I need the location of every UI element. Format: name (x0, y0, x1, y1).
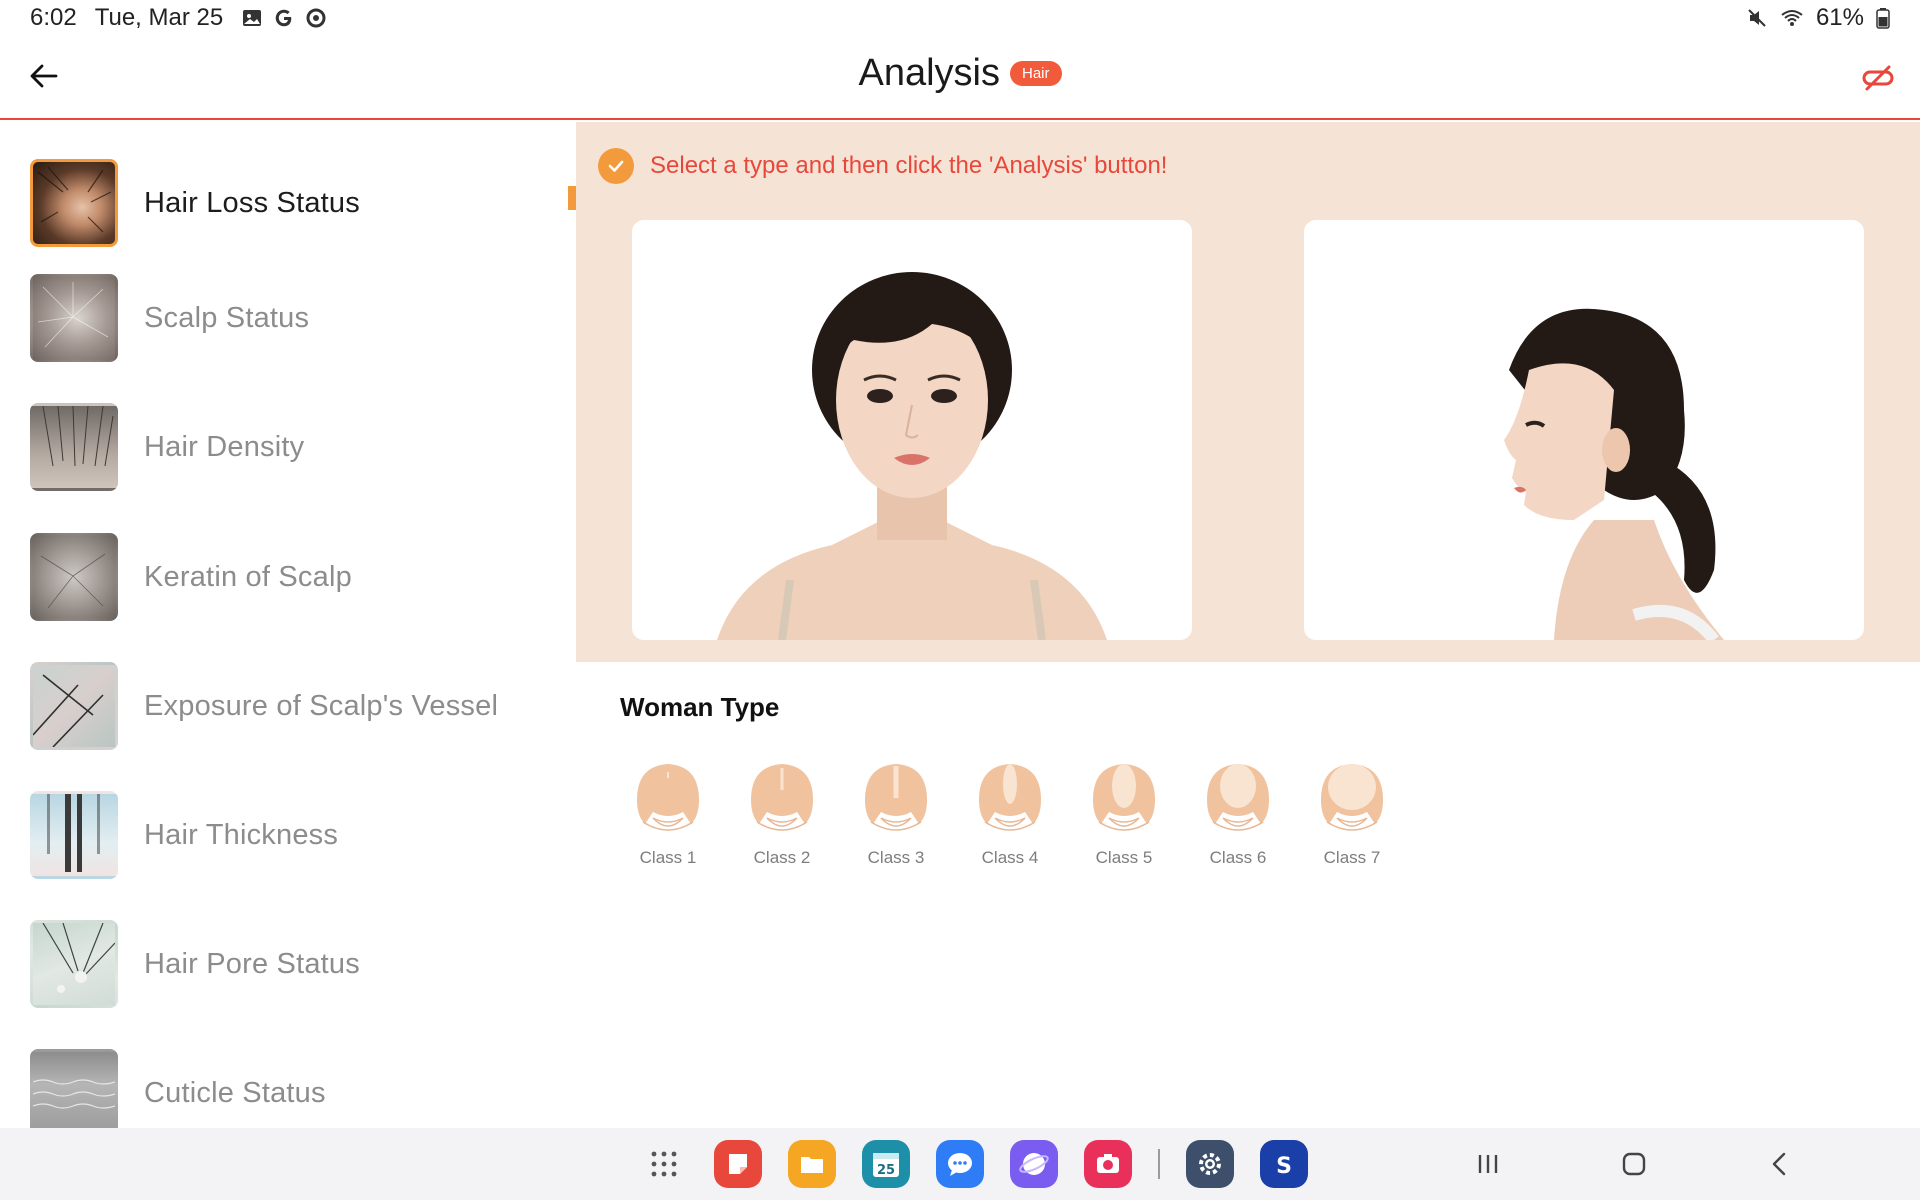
sidebar-item-label: Cuticle Status (144, 1076, 326, 1109)
sidebar-item-hair-density[interactable]: Hair Density (30, 402, 550, 492)
class-label: Class 5 (1095, 848, 1153, 867)
calendar-app-icon[interactable]: 25 (862, 1140, 910, 1188)
hint-text: Select a type and then click the 'Analys… (650, 152, 1168, 179)
disconnect-button[interactable] (1858, 58, 1898, 98)
camera-app-icon[interactable] (1084, 1140, 1132, 1188)
side-view-photo (1304, 220, 1864, 640)
system-nav-bar: 25 S (0, 1128, 1920, 1200)
hair-loss-class-3-icon (865, 764, 927, 831)
sidebar-item-scalp-vessel[interactable]: Exposure of Scalp's Vessel (30, 661, 550, 751)
status-bar: 6:02 Tue, Mar 25 61% (0, 0, 1920, 36)
mute-icon (1746, 7, 1768, 29)
class-label: Class 3 (867, 848, 925, 867)
files-app-icon[interactable] (788, 1140, 836, 1188)
calendar-day: 25 (877, 1163, 895, 1178)
scalp-vessel-thumbnail (30, 662, 118, 750)
sidebar-item-label: Hair Loss Status (144, 186, 360, 219)
sidebar-item-hair-pore-status[interactable]: Hair Pore Status (30, 919, 550, 1009)
home-button[interactable] (1609, 1142, 1659, 1186)
hair-density-thumbnail (30, 403, 118, 491)
mode-badge: Hair (1009, 61, 1062, 86)
class-1-option[interactable]: Class 1 (630, 760, 706, 868)
hair-thickness-thumbnail (30, 791, 118, 879)
link-off-icon (1862, 65, 1894, 91)
recent-apps-button[interactable] (1463, 1142, 1513, 1186)
class-2-option[interactable]: Class 2 (744, 760, 820, 868)
class-label: Class 4 (981, 848, 1039, 867)
svg-text:S: S (1276, 1154, 1292, 1179)
sidebar-item-label: Hair Thickness (144, 818, 339, 851)
check-circle-icon (598, 148, 634, 184)
home-icon (1622, 1152, 1646, 1176)
hair-pore-thumbnail (30, 920, 118, 1008)
sidebar-item-label: Hair Density (144, 430, 305, 463)
guide-panel: Select a type and then click the 'Analys… (576, 122, 1920, 662)
front-view-photo (632, 220, 1192, 640)
chevron-left-icon (1772, 1152, 1786, 1176)
analysis-sidebar: Hair Loss Status Scalp Status Hair Densi… (0, 122, 576, 1128)
messages-app-icon[interactable] (936, 1140, 984, 1188)
sidebar-item-cuticle-status[interactable]: Cuticle Status (30, 1048, 550, 1128)
battery-icon (1876, 7, 1890, 29)
class-label: Class 1 (639, 848, 697, 867)
page-title: Analysis (858, 52, 1000, 94)
class-3-option[interactable]: Class 3 (858, 760, 934, 868)
sync-icon (305, 7, 327, 29)
woman-type-heading: Woman Type (620, 692, 780, 722)
class-6-option[interactable]: Class 6 (1200, 760, 1276, 868)
internet-app-icon[interactable] (1010, 1140, 1058, 1188)
class-7-option[interactable]: Class 7 (1314, 760, 1390, 868)
hair-loss-class-list: Class 1 Class 2 Class 3 Class 4 Class 5 … (630, 760, 1390, 868)
hair-loss-class-7-icon (1321, 764, 1383, 831)
sidebar-item-hair-loss-status[interactable]: Hair Loss Status (30, 158, 550, 248)
class-label: Class 7 (1323, 848, 1381, 867)
sidebar-item-label: Keratin of Scalp (144, 560, 352, 593)
gallery-icon (241, 7, 263, 29)
class-label: Class 6 (1209, 848, 1267, 867)
samsung-app-icon[interactable]: S (1260, 1140, 1308, 1188)
recent-apps-icon (1478, 1155, 1498, 1173)
clock: 6:02 (30, 4, 77, 31)
apps-grid-icon[interactable] (640, 1140, 688, 1188)
hair-loss-class-6-icon (1207, 764, 1269, 831)
cuticle-thumbnail (30, 1049, 118, 1128)
date: Tue, Mar 25 (94, 4, 224, 31)
google-icon (273, 7, 295, 29)
sidebar-item-label: Hair Pore Status (144, 947, 360, 980)
keratin-thumbnail (30, 533, 118, 621)
app-dock: 25 S (640, 1140, 1308, 1188)
hair-loss-class-2-icon (751, 764, 813, 831)
sidebar-item-keratin-of-scalp[interactable]: Keratin of Scalp (30, 532, 550, 622)
active-item-marker (568, 186, 576, 210)
system-back-button[interactable] (1755, 1142, 1805, 1186)
instruction-hint: Select a type and then click the 'Analys… (598, 148, 1167, 184)
class-4-option[interactable]: Class 4 (972, 760, 1048, 868)
dock-separator (1158, 1149, 1160, 1179)
settings-app-icon[interactable] (1186, 1140, 1234, 1188)
hair-loss-class-5-icon (1093, 764, 1155, 831)
class-5-option[interactable]: Class 5 (1086, 760, 1162, 868)
app-header: Analysis Hair (0, 36, 1920, 120)
battery-percent: 61% (1815, 4, 1864, 31)
scalp-status-thumbnail (30, 274, 118, 362)
class-label: Class 2 (753, 848, 811, 867)
hair-loss-thumbnail (30, 159, 118, 247)
notes-app-icon[interactable] (714, 1140, 762, 1188)
wifi-icon (1780, 7, 1804, 29)
sidebar-item-label: Scalp Status (144, 301, 310, 334)
sidebar-item-label: Exposure of Scalp's Vessel (144, 689, 499, 722)
sidebar-item-hair-thickness[interactable]: Hair Thickness (30, 790, 550, 880)
hair-loss-class-1-icon (637, 764, 699, 831)
hair-loss-class-4-icon (979, 764, 1041, 831)
sidebar-item-scalp-status[interactable]: Scalp Status (30, 273, 550, 363)
